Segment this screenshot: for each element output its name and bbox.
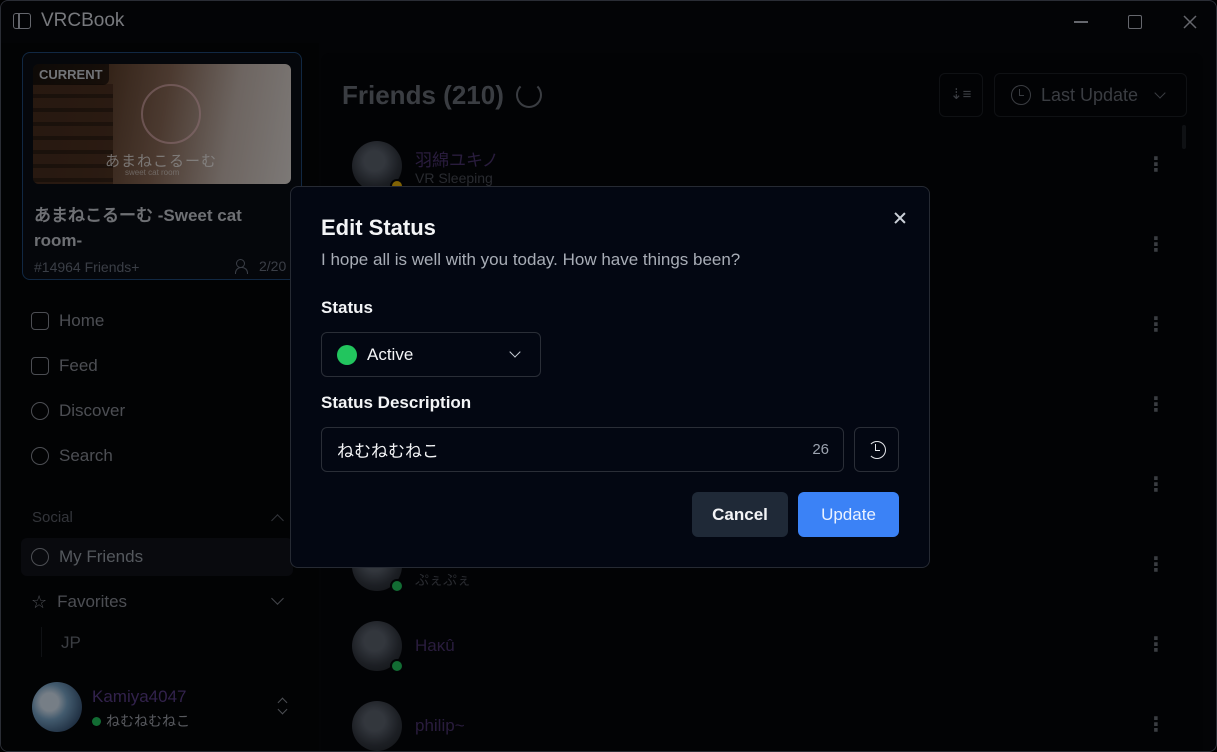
dialog-description: I hope all is well with you today. How h… <box>321 250 741 269</box>
edit-status-dialog: Edit Status I hope all is well with you … <box>290 186 930 568</box>
char-count: 26 <box>812 441 829 458</box>
chevron-down-icon <box>509 346 521 358</box>
update-button[interactable]: Update <box>798 492 899 537</box>
close-icon[interactable] <box>890 208 910 228</box>
history-icon <box>868 441 886 459</box>
status-history-button[interactable] <box>854 427 899 472</box>
status-dot-icon <box>337 344 357 365</box>
app-window: VRCBook あまねこるーむ sweet cat room CURRENT あ… <box>0 0 1217 752</box>
status-select[interactable]: Active <box>321 332 541 377</box>
dialog-title: Edit Status <box>321 215 436 240</box>
status-description-input[interactable] <box>321 427 844 472</box>
status-label: Status <box>321 298 373 317</box>
cancel-button[interactable]: Cancel <box>692 492 788 537</box>
status-description-label: Status Description <box>321 393 472 412</box>
